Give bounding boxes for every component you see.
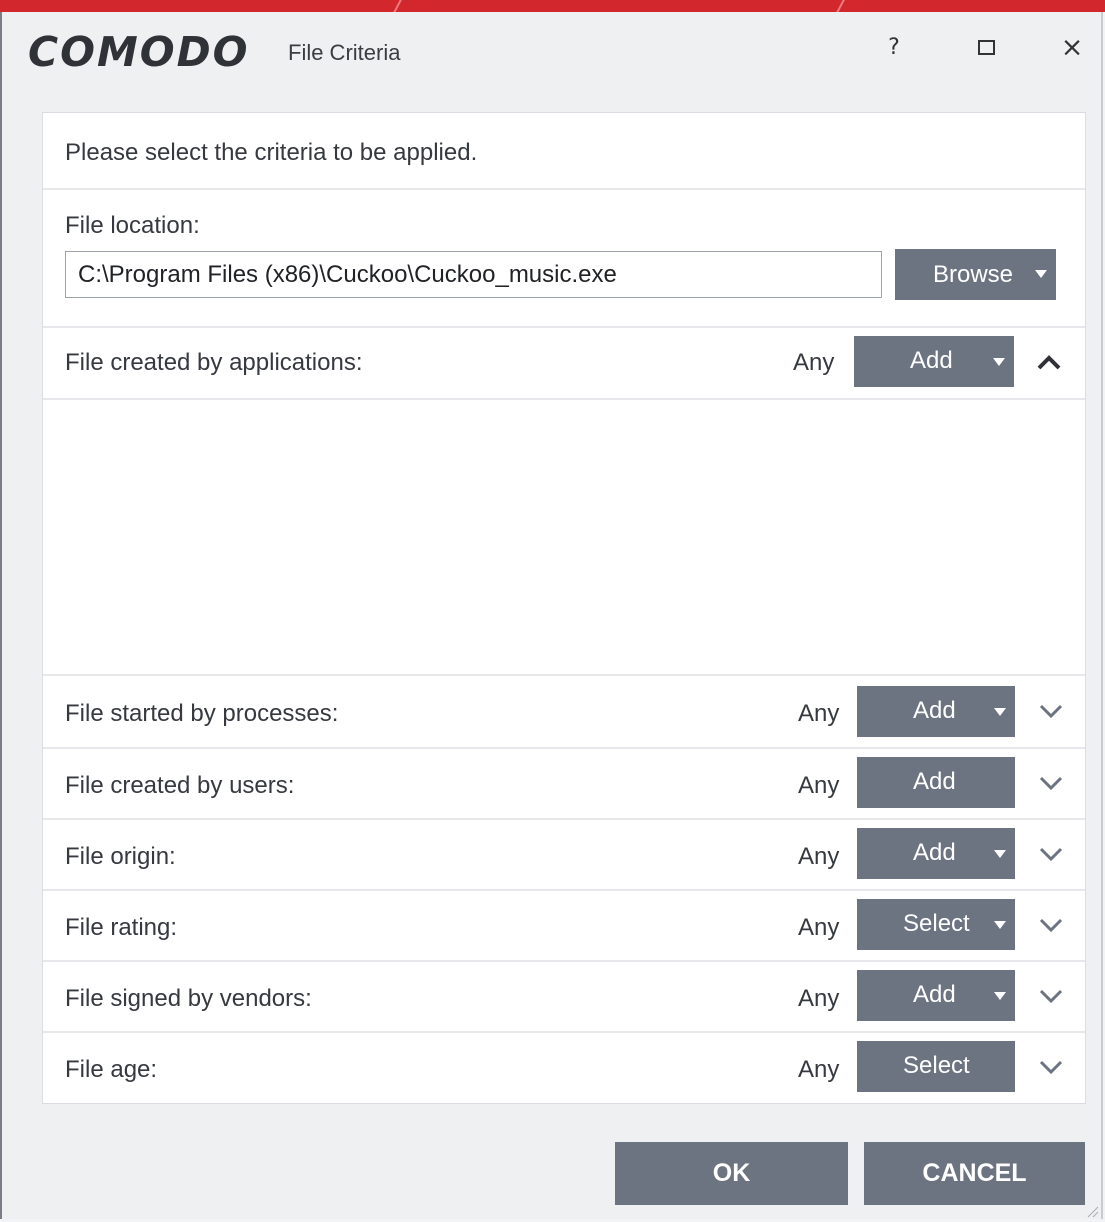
- close-icon: ×: [1060, 31, 1084, 63]
- criteria-value: Any: [798, 1056, 840, 1083]
- help-icon: ?: [888, 34, 900, 60]
- browse-label: Browse: [933, 261, 1014, 288]
- add-button[interactable]: Add: [857, 757, 1015, 808]
- divider: [43, 960, 1085, 962]
- divider: [43, 326, 1085, 328]
- close-button[interactable]: ×: [1046, 26, 1098, 68]
- add-button[interactable]: Add: [854, 336, 1014, 387]
- add-label: Add: [913, 768, 956, 795]
- criteria-value: Any: [793, 349, 835, 376]
- dropdown-caret-icon: [994, 708, 1006, 716]
- chevron-down-icon[interactable]: [1031, 691, 1071, 731]
- criteria-label: File signed by vendors:: [65, 985, 312, 1012]
- chevron-down-icon[interactable]: [1031, 1047, 1071, 1087]
- dropdown-caret-icon: [994, 850, 1006, 858]
- resize-grip-icon[interactable]: [1085, 1203, 1099, 1218]
- applications-list-area: [43, 400, 1085, 673]
- window-accent-bar: [0, 0, 1105, 12]
- title-bar: COMODO File Criteria ? ×: [2, 12, 1101, 90]
- dropdown-caret-icon: [994, 921, 1006, 929]
- divider: [43, 674, 1085, 676]
- add-button[interactable]: Add: [857, 686, 1015, 737]
- criteria-label: File created by applications:: [65, 349, 363, 376]
- file-location-input[interactable]: [65, 251, 882, 298]
- select-label: Select: [903, 1052, 970, 1079]
- file-location-label: File location:: [65, 212, 200, 239]
- add-button[interactable]: Add: [857, 970, 1015, 1021]
- criteria-label: File rating:: [65, 914, 178, 941]
- intro-text: Please select the criteria to be applied…: [65, 139, 478, 166]
- divider: [43, 188, 1085, 190]
- select-button[interactable]: Select: [857, 1041, 1015, 1092]
- add-label: Add: [913, 981, 956, 1008]
- criteria-value: Any: [798, 914, 840, 941]
- criteria-value: Any: [798, 985, 840, 1012]
- chevron-down-icon[interactable]: [1031, 976, 1071, 1016]
- dropdown-caret-icon: [994, 992, 1006, 1000]
- divider: [43, 747, 1085, 749]
- criteria-value: Any: [798, 700, 840, 727]
- criteria-label: File age:: [65, 1056, 158, 1083]
- chevron-down-icon[interactable]: [1031, 834, 1071, 874]
- select-label: Select: [903, 910, 970, 937]
- chevron-down-icon[interactable]: [1031, 905, 1071, 945]
- criteria-label: File created by users:: [65, 772, 295, 799]
- criteria-value: Any: [798, 843, 840, 870]
- add-label: Add: [913, 839, 956, 866]
- help-button[interactable]: ?: [868, 26, 920, 68]
- divider: [43, 1031, 1085, 1033]
- dialog-title: File Criteria: [288, 40, 401, 65]
- dropdown-caret-icon: [1035, 270, 1047, 278]
- criteria-label: File origin:: [65, 843, 176, 870]
- select-button[interactable]: Select: [857, 899, 1015, 950]
- criteria-value: Any: [798, 772, 840, 799]
- chevron-down-icon[interactable]: [1031, 763, 1071, 803]
- browse-button[interactable]: Browse: [895, 249, 1056, 300]
- add-button[interactable]: Add: [857, 828, 1015, 879]
- add-label: Add: [913, 697, 956, 724]
- criteria-label: File started by processes:: [65, 700, 339, 727]
- criteria-panel: Please select the criteria to be applied…: [42, 112, 1086, 1104]
- divider: [43, 889, 1085, 891]
- comodo-logo: COMODO: [28, 28, 250, 76]
- maximize-icon: [977, 39, 995, 55]
- divider: [43, 818, 1085, 820]
- cancel-button[interactable]: CANCEL: [864, 1142, 1085, 1205]
- chevron-up-icon[interactable]: [1029, 343, 1069, 383]
- dropdown-caret-icon: [993, 358, 1005, 366]
- add-label: Add: [910, 347, 953, 374]
- maximize-button[interactable]: [960, 26, 1012, 68]
- ok-button[interactable]: OK: [615, 1142, 848, 1205]
- file-criteria-dialog: COMODO File Criteria ? × Please select t…: [0, 12, 1103, 1219]
